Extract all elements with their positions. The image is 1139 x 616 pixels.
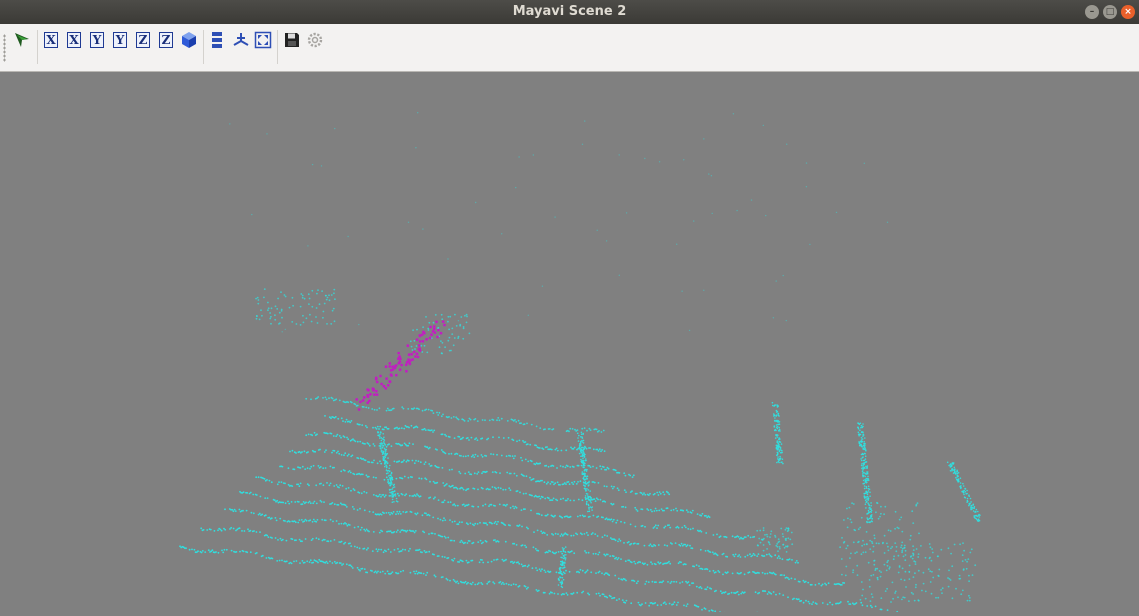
isometric-view-icon[interactable]	[180, 31, 198, 49]
view-y-minus-icon[interactable]: Y	[113, 32, 127, 48]
scene-background	[0, 72, 1139, 612]
window-title: Mayavi Scene 2	[0, 0, 1139, 24]
toolbar-separator	[203, 30, 204, 64]
3d-scene-viewport[interactable]	[0, 72, 1139, 612]
minimize-button[interactable]: –	[1085, 5, 1099, 19]
point-cloud-render[interactable]	[0, 72, 1139, 612]
view-z-plus-icon[interactable]: Z	[136, 32, 150, 48]
toggle-parallel-projection-icon[interactable]	[210, 31, 228, 49]
save-scene-icon[interactable]	[283, 31, 301, 49]
mayavi-pipeline-icon[interactable]	[13, 31, 31, 49]
toolbar-separator	[277, 30, 278, 64]
view-y-plus-icon[interactable]: Y	[90, 32, 104, 48]
toolbar-separator	[37, 30, 38, 64]
maximize-button[interactable]: □	[1103, 5, 1117, 19]
view-z-minus-icon[interactable]: Z	[159, 32, 173, 48]
title-bar: Mayavi Scene 2 – □ ×	[0, 0, 1139, 24]
close-button[interactable]: ×	[1121, 5, 1135, 19]
full-screen-icon[interactable]	[254, 31, 272, 49]
toolbar: X X Y Y Z Z	[0, 24, 1139, 72]
view-x-minus-icon[interactable]: X	[67, 32, 81, 48]
view-x-plus-icon[interactable]: X	[44, 32, 58, 48]
toggle-axes-icon[interactable]	[232, 31, 250, 49]
toolbar-grip[interactable]	[3, 34, 6, 62]
configure-scene-icon[interactable]	[306, 31, 324, 49]
